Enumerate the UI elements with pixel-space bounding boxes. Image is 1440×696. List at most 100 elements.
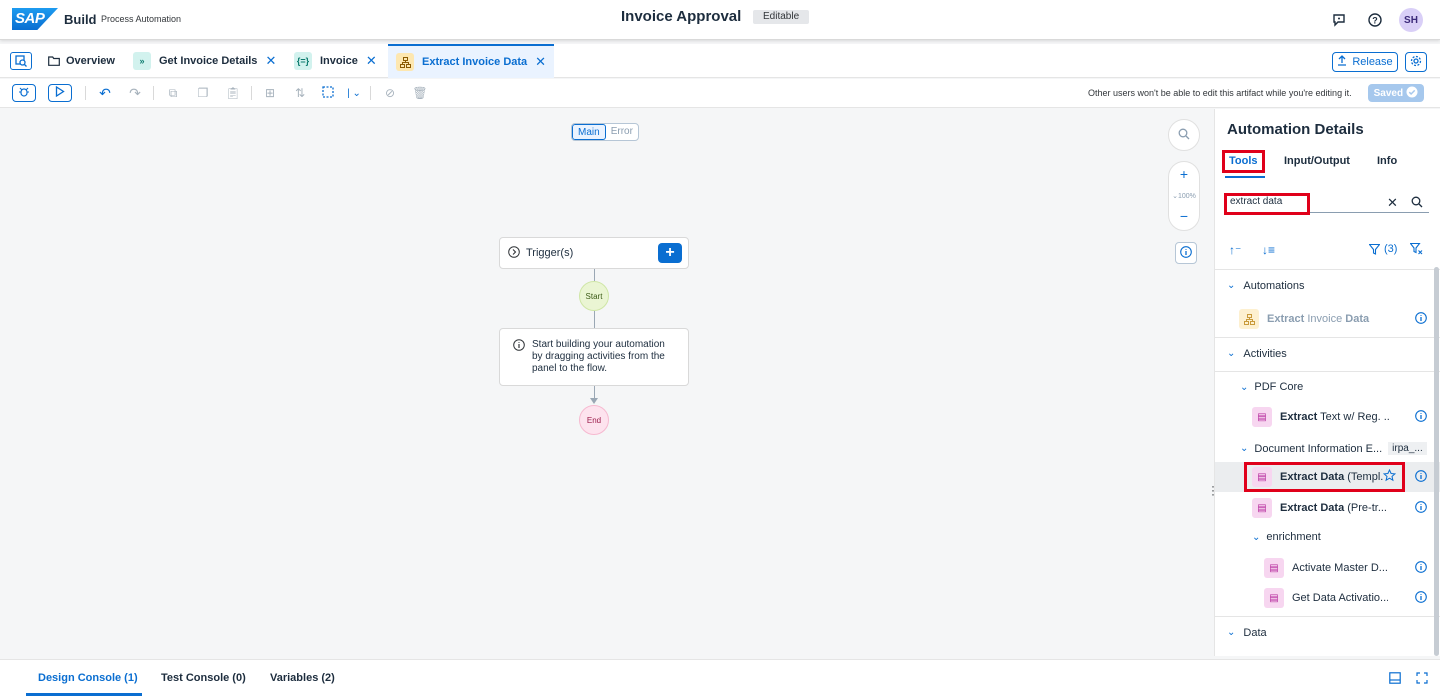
- group-pdf-core[interactable]: ⌄ PDF Core: [1240, 381, 1303, 393]
- release-label: Release: [1352, 56, 1393, 68]
- data-type-icon: {=}: [294, 52, 312, 70]
- document-icon: ▤: [1252, 407, 1272, 427]
- avatar[interactable]: SH: [1399, 8, 1423, 32]
- trash-icon: 🗑︎: [412, 86, 428, 100]
- hide-icon: ⊘: [384, 86, 396, 100]
- tab-explorer[interactable]: [10, 44, 40, 78]
- filter-icon: [1369, 243, 1380, 255]
- tab-get-invoice-details[interactable]: » Get Invoice Details ✕: [133, 44, 276, 78]
- mode-main[interactable]: Main: [572, 124, 606, 140]
- add-group-button[interactable]: ⊞: [260, 84, 280, 102]
- zoom-out-icon[interactable]: −: [1169, 208, 1199, 224]
- help-icon[interactable]: ?: [1366, 11, 1384, 29]
- saved-button[interactable]: Saved: [1368, 84, 1424, 102]
- mode-error[interactable]: Error: [606, 124, 638, 140]
- tab-info[interactable]: Info: [1377, 155, 1397, 167]
- tab-design-console[interactable]: Design Console (1): [38, 672, 138, 684]
- undo-button[interactable]: ↶: [95, 84, 115, 102]
- add-trigger-button[interactable]: +: [658, 243, 682, 263]
- divider: [1215, 371, 1440, 372]
- zoom-in-icon[interactable]: +: [1169, 166, 1199, 182]
- clear-filter-icon[interactable]: [1410, 243, 1423, 255]
- disable-button[interactable]: ⊘: [380, 84, 400, 102]
- search-icon[interactable]: [1411, 196, 1423, 208]
- zoom-control: + ⌄100% −: [1168, 161, 1200, 231]
- select-dropdown-button[interactable]: | ⌄: [343, 84, 365, 102]
- info-icon[interactable]: [1415, 469, 1427, 485]
- tab-invoice[interactable]: {=} Invoice ✕: [294, 44, 377, 78]
- tab-extract-invoice-data[interactable]: Extract Invoice Data ✕: [388, 44, 555, 78]
- chevron-down-icon: ⌄: [1240, 381, 1249, 393]
- filter-count: (3): [1384, 243, 1398, 255]
- list-item-activity[interactable]: ▤ Activate Master D...: [1264, 553, 1427, 583]
- panel-scrollbar[interactable]: [1434, 267, 1439, 656]
- editor-toolbar: ↶ ↷ ⧉ ❐ 📋︎ ⊞ ⇅ | ⌄ ⊘ 🗑︎ Other users won'…: [0, 79, 1440, 108]
- info-icon[interactable]: [1415, 560, 1427, 576]
- chevron-down-icon: ⌄: [1227, 280, 1236, 291]
- flow-mode-switch: Main Error: [571, 123, 639, 141]
- release-button[interactable]: Release: [1332, 52, 1398, 72]
- settings-button[interactable]: [1405, 52, 1427, 72]
- redo-button[interactable]: ↷: [125, 84, 145, 102]
- sap-logo[interactable]: SAP: [12, 8, 58, 30]
- end-label: End: [586, 415, 602, 425]
- clear-icon[interactable]: ✕: [1387, 195, 1398, 211]
- expand-icon[interactable]: [1416, 672, 1428, 687]
- close-icon[interactable]: ✕: [366, 53, 377, 69]
- group-label: PDF Core: [1254, 381, 1304, 393]
- trigger-label: Trigger(s): [526, 247, 574, 259]
- tab-test-console[interactable]: Test Console (0): [161, 672, 246, 684]
- selection-icon: [322, 85, 334, 101]
- filter-button[interactable]: (3): [1369, 243, 1397, 255]
- group-label: enrichment: [1266, 531, 1321, 543]
- feedback-icon[interactable]: [1330, 11, 1348, 29]
- sort-button[interactable]: ⇅: [290, 84, 310, 102]
- sort-descending-icon[interactable]: ↓≡: [1262, 243, 1275, 257]
- document-icon: ▤: [1264, 558, 1284, 578]
- list-item-automation[interactable]: Extract Invoice Data: [1239, 304, 1427, 334]
- list-item-activity[interactable]: ▤ Get Data Activatio...: [1264, 583, 1427, 613]
- bug-icon: [18, 86, 30, 101]
- info-icon[interactable]: [1415, 409, 1427, 425]
- section-activities[interactable]: ⌄ Activities: [1215, 337, 1440, 369]
- canvas-search-button[interactable]: [1168, 119, 1200, 151]
- info-button[interactable]: [1175, 242, 1197, 264]
- group-document-information[interactable]: ⌄ Document Information E... irpa_...: [1240, 442, 1427, 455]
- close-icon[interactable]: ✕: [535, 54, 546, 70]
- gear-icon: [1410, 55, 1422, 70]
- select-button[interactable]: [318, 84, 338, 102]
- arrow-down-icon: [590, 398, 598, 404]
- group-enrichment[interactable]: ⌄ enrichment: [1252, 531, 1321, 543]
- saved-label: Saved: [1373, 87, 1404, 99]
- tab-overview[interactable]: Overview: [48, 44, 115, 78]
- chevron-down-icon: ⌄: [1252, 531, 1261, 543]
- info-icon[interactable]: [1415, 500, 1427, 516]
- duplicate-button[interactable]: ❐: [193, 84, 213, 102]
- list-item-activity[interactable]: ▤ Extract Text w/ Reg. ...: [1252, 402, 1427, 432]
- paste-button[interactable]: 📋︎: [223, 84, 243, 102]
- chevron-down-icon: | ⌄: [347, 87, 361, 99]
- automation-details-panel: Automation Details Tools Input/Output In…: [1214, 109, 1440, 656]
- flow-canvas[interactable]: Main Error Trigger(s) + Start Start buil…: [0, 109, 1215, 656]
- section-data[interactable]: ⌄ Data: [1215, 616, 1440, 648]
- tab-input-output[interactable]: Input/Output: [1284, 155, 1350, 167]
- add-group-icon: ⊞: [264, 86, 276, 100]
- panel-layout-icon[interactable]: [1389, 672, 1401, 687]
- console-bar: Design Console (1) Test Console (0) Vari…: [0, 659, 1440, 696]
- info-icon[interactable]: [1415, 590, 1427, 606]
- section-automations[interactable]: ⌄ Automations: [1215, 269, 1440, 301]
- sort-icon: ⇅: [294, 86, 306, 100]
- sort-ascending-icon[interactable]: ↑⁻: [1229, 243, 1241, 257]
- debug-button[interactable]: [12, 84, 36, 102]
- hint-text: Start building your automation by draggi…: [532, 339, 665, 374]
- list-item-activity[interactable]: ▤ Extract Data (Pre-tr...: [1252, 493, 1427, 523]
- trigger-card[interactable]: Trigger(s) +: [499, 237, 689, 269]
- close-icon[interactable]: ✕: [265, 53, 276, 69]
- tab-variables[interactable]: Variables (2): [270, 672, 335, 684]
- run-button[interactable]: [48, 84, 72, 102]
- info-icon[interactable]: [1415, 311, 1427, 327]
- copy-button[interactable]: ⧉: [163, 84, 183, 102]
- delete-button[interactable]: 🗑︎: [410, 84, 430, 102]
- search-icon: [1178, 128, 1190, 143]
- toolbar-divider: [370, 86, 371, 100]
